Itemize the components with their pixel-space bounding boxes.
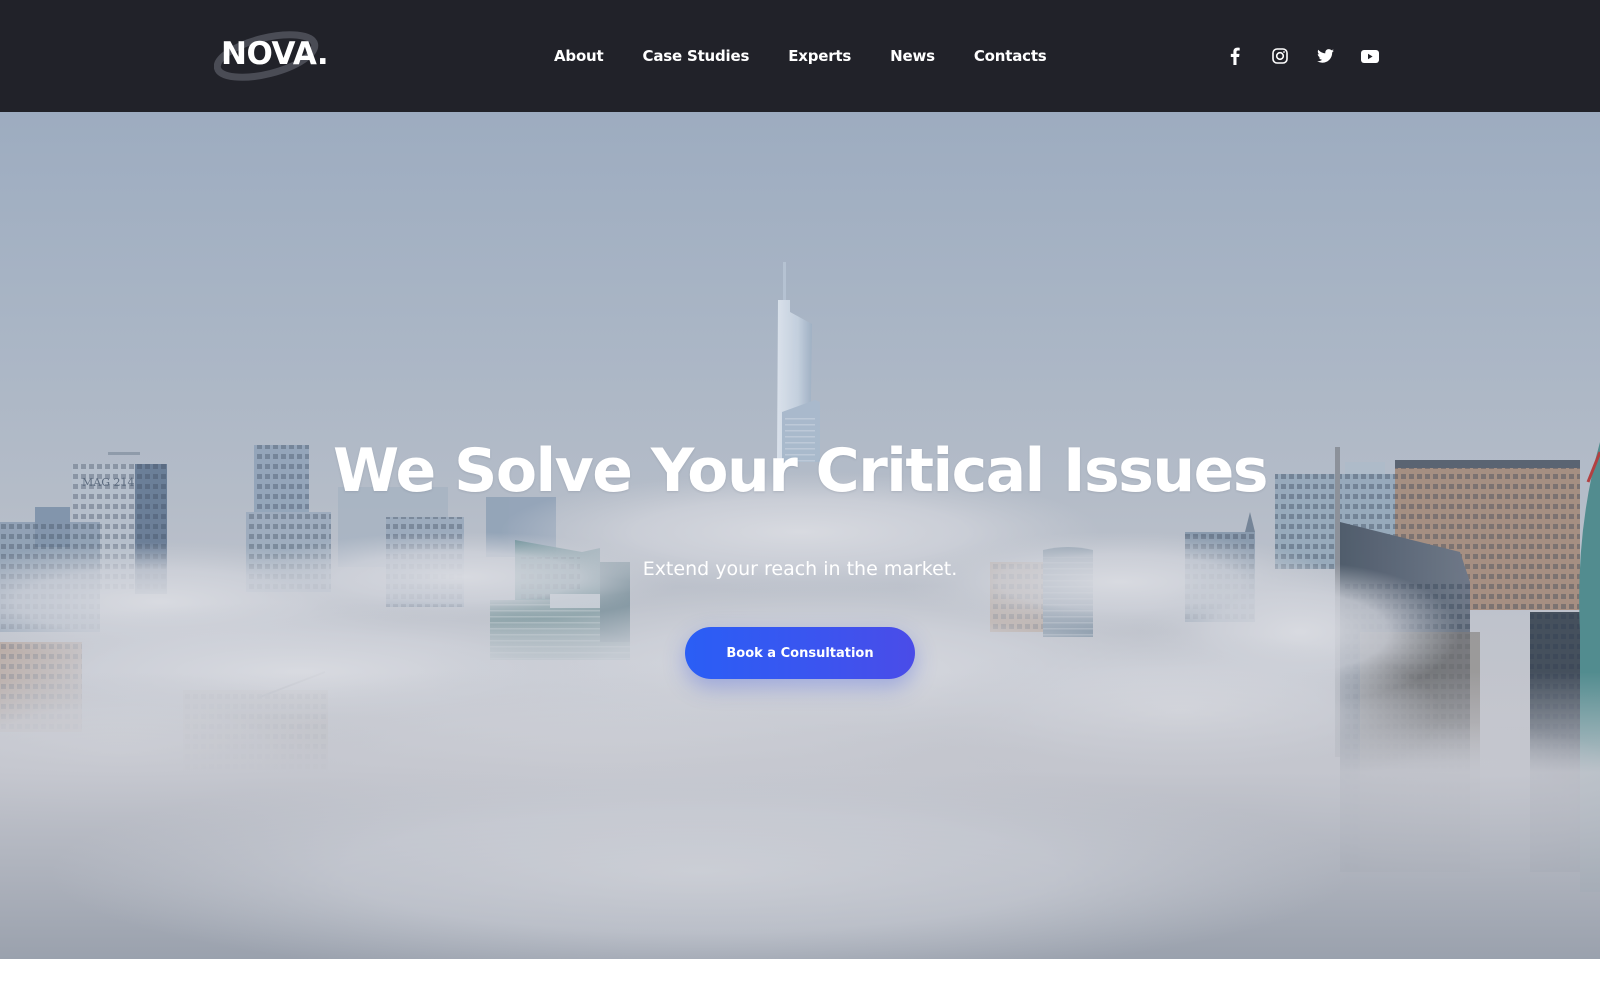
nav-item-case-studies[interactable]: Case Studies xyxy=(643,44,750,68)
social-link-twitter[interactable] xyxy=(1313,44,1337,68)
social-link-facebook[interactable] xyxy=(1223,44,1247,68)
social-link-youtube[interactable] xyxy=(1358,44,1382,68)
hero-title: We Solve Your Critical Issues xyxy=(333,436,1269,506)
youtube-icon xyxy=(1361,49,1379,63)
nav-item-news[interactable]: News xyxy=(890,44,935,68)
site-header: NOVA. About Case Studies Experts News Co… xyxy=(0,0,1600,112)
twitter-icon xyxy=(1316,49,1334,63)
social-links xyxy=(1223,44,1382,68)
hero-content: We Solve Your Critical Issues Extend you… xyxy=(0,112,1600,959)
hero-section: MAG 214 We Solve Your Critical Issues Ex… xyxy=(0,112,1600,959)
facebook-icon xyxy=(1230,47,1240,65)
hero-subtitle: Extend your reach in the market. xyxy=(642,558,958,580)
nav-item-contacts[interactable]: Contacts xyxy=(974,44,1047,68)
logo-text: NOVA. xyxy=(221,36,329,72)
social-link-instagram[interactable] xyxy=(1268,44,1292,68)
nav-item-experts[interactable]: Experts xyxy=(788,44,851,68)
nav-item-about[interactable]: About xyxy=(554,44,604,68)
logo[interactable]: NOVA. xyxy=(214,28,329,84)
instagram-icon xyxy=(1272,48,1288,64)
book-consultation-button[interactable]: Book a Consultation xyxy=(685,627,915,679)
main-nav: About Case Studies Experts News Contacts xyxy=(554,44,1047,68)
